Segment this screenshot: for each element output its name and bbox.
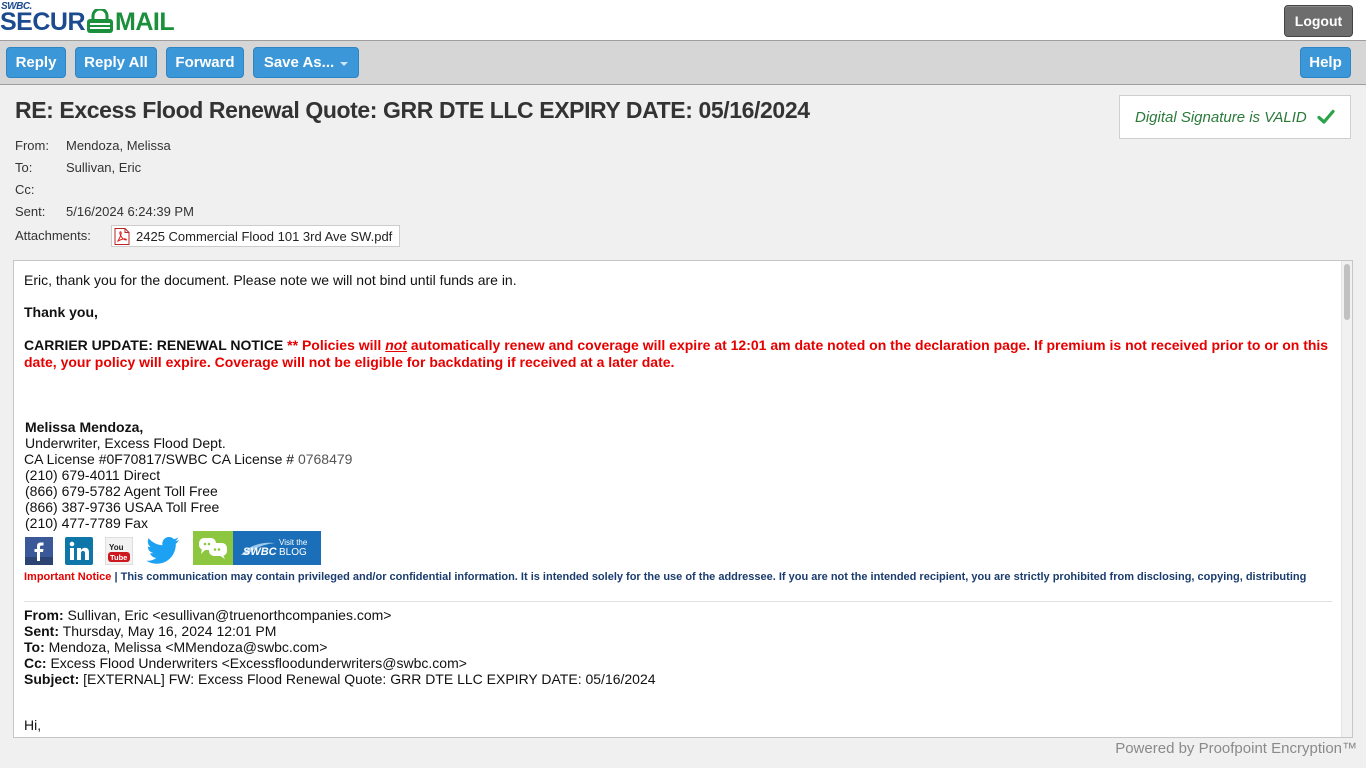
- message-subject: RE: Excess Flood Renewal Quote: GRR DTE …: [15, 97, 810, 123]
- sig-title: Underwriter, Excess Flood Dept.: [25, 435, 226, 451]
- fwd-to: To: Mendoza, Melissa <MMendoza@swbc.com>: [24, 639, 328, 655]
- youtube-icon[interactable]: YouTube: [105, 537, 133, 565]
- linkedin-icon[interactable]: [65, 537, 93, 565]
- sig-usaa: (866) 387-9736 USAA Toll Free: [25, 499, 220, 515]
- sig-license: CA License #0F70817/SWBC CA License # 07…: [24, 451, 353, 467]
- sig-direct: (210) 679-4011 Direct: [25, 467, 161, 483]
- blog-banner[interactable]: SWBC Visit the BLOG: [193, 531, 321, 565]
- logo-secure-text: SECUR: [0, 8, 86, 36]
- forward-button[interactable]: Forward: [166, 47, 244, 78]
- facebook-icon[interactable]: [25, 537, 53, 565]
- sig-fax: (210) 477-7789 Fax: [25, 515, 148, 531]
- twitter-icon[interactable]: [145, 536, 181, 566]
- header-attachments-label: Attachments:: [15, 228, 91, 243]
- blog-brand-text: SWBC: [243, 546, 278, 558]
- renewal-notice: CARRIER UPDATE: RENEWAL NOTICE ** Polici…: [24, 337, 1329, 370]
- save-as-dropdown[interactable]: Save As...: [253, 47, 359, 78]
- svg-text:Tube: Tube: [110, 553, 127, 562]
- svg-text:You: You: [109, 543, 124, 552]
- body-thanks: Thank you,: [24, 304, 98, 320]
- header-cc: Cc:: [15, 182, 35, 197]
- check-icon: [1317, 109, 1335, 124]
- header-to: To: Sullivan, Eric: [15, 160, 142, 175]
- logout-button[interactable]: Logout: [1284, 5, 1353, 37]
- body-hi: Hi,: [24, 717, 42, 733]
- fwd-subject: Subject: [EXTERNAL] FW: Excess Flood Ren…: [24, 671, 656, 687]
- sent-value: 5/16/2024 6:24:39 PM: [66, 204, 194, 219]
- forwarded-header: From: Sullivan, Eric <esullivan@truenort…: [24, 607, 656, 687]
- attachment-name: 2425 Commercial Flood 101 3rd Ave SW.pdf: [136, 228, 393, 244]
- signature-status-box: Digital Signature is VALID: [1119, 95, 1351, 139]
- from-value: Mendoza, Melissa: [66, 138, 171, 153]
- fwd-cc: Cc: Excess Flood Underwriters <Excessflo…: [24, 655, 467, 671]
- blog-text: BLOG: [279, 547, 307, 558]
- blog-visit-text: Visit the: [279, 538, 308, 547]
- to-value: Sullivan, Eric: [66, 160, 142, 175]
- attachment-link[interactable]: 2425 Commercial Flood 101 3rd Ave SW.pdf: [111, 225, 401, 247]
- scrollbar[interactable]: [1341, 261, 1352, 737]
- important-notice: Important Notice | This communication ma…: [24, 571, 1307, 583]
- divider: [24, 601, 1332, 602]
- header-sent: Sent: 5/16/2024 6:24:39 PM: [15, 204, 194, 219]
- body-line-1: Eric, thank you for the document. Please…: [24, 272, 517, 288]
- sig-agent: (866) 679-5782 Agent Toll Free: [25, 483, 218, 499]
- fwd-from: From: Sullivan, Eric <esullivan@truenort…: [24, 607, 392, 623]
- signature-status-text: Digital Signature is VALID: [1135, 108, 1307, 126]
- toolbar: Reply Reply All Forward Save As... Help: [0, 40, 1366, 85]
- caret-down-icon: [340, 61, 349, 66]
- save-as-label: Save As...: [263, 54, 335, 71]
- reply-button[interactable]: Reply: [6, 47, 66, 78]
- reply-all-button[interactable]: Reply All: [75, 47, 157, 78]
- message-body-pane[interactable]: Eric, thank you for the document. Please…: [13, 260, 1353, 738]
- help-button[interactable]: Help: [1300, 47, 1351, 78]
- scrollbar-thumb[interactable]: [1344, 264, 1350, 320]
- logo-mail-text: MAIL: [115, 8, 175, 36]
- securemail-logo: SWBC. SECUR MAIL: [0, 0, 210, 38]
- powered-by-footer: Powered by Proofpoint Encryption™: [1115, 740, 1357, 757]
- pdf-icon: [114, 227, 130, 245]
- top-header: SWBC. SECUR MAIL Logout: [0, 0, 1366, 40]
- lock-icon: [87, 9, 114, 33]
- header-from: From: Mendoza, Melissa: [15, 138, 171, 153]
- sig-name: Melissa Mendoza,: [25, 419, 144, 435]
- email-signature: Melissa Mendoza, Underwriter, Excess Flo…: [24, 419, 353, 531]
- fwd-sent: Sent: Thursday, May 16, 2024 12:01 PM: [24, 623, 277, 639]
